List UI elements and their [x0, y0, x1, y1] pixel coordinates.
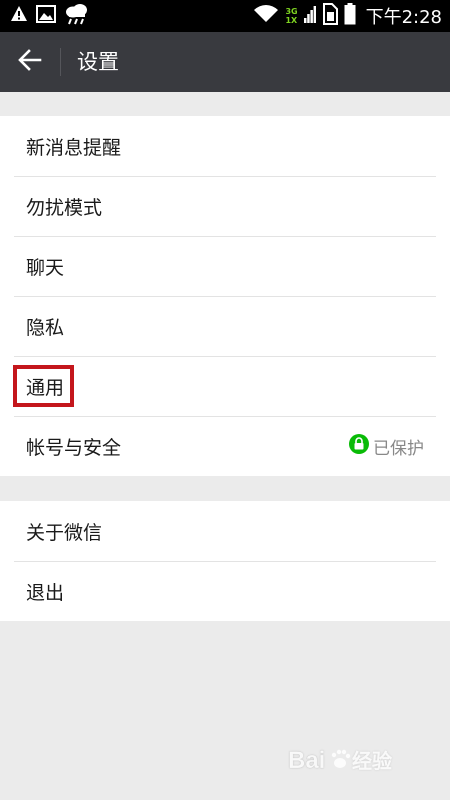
warning-icon	[10, 5, 28, 27]
protected-status-text: 已保护	[373, 438, 424, 459]
wifi-icon	[253, 4, 279, 28]
back-button[interactable]	[8, 40, 52, 84]
lock-icon	[349, 434, 369, 458]
settings-item-new-message-alerts[interactable]: 新消息提醒	[0, 116, 450, 176]
status-left	[10, 3, 90, 29]
network-type: 3G 1X	[285, 7, 298, 25]
settings-group-secondary: 关于微信 退出	[0, 501, 450, 621]
settings-item-account-security[interactable]: 帐号与安全 已保护	[0, 416, 450, 476]
cloud-rain-icon	[64, 3, 90, 29]
settings-item-privacy[interactable]: 隐私	[0, 296, 450, 356]
page-title: 设置	[77, 50, 119, 74]
image-icon	[36, 5, 56, 27]
status-bar: 3G 1X 下午2:28	[0, 0, 450, 32]
battery-icon	[344, 3, 356, 29]
settings-item-label: 新消息提醒	[26, 136, 122, 159]
app-bar-divider	[60, 48, 61, 76]
signal-icon	[303, 4, 316, 28]
settings-group-main: 新消息提醒 勿扰模式 聊天 隐私 通用 帐号与安全 已保护	[0, 116, 450, 476]
baidu-watermark-logo: Bai 经验	[288, 744, 418, 774]
settings-item-label: 帐号与安全	[26, 436, 122, 459]
protected-badge: 已保护	[349, 416, 424, 476]
svg-text:经验: 经验	[352, 749, 392, 773]
settings-item-general[interactable]: 通用	[0, 356, 450, 416]
settings-item-chat[interactable]: 聊天	[0, 236, 450, 296]
sim-icon	[322, 3, 338, 29]
settings-item-label: 通用	[26, 376, 65, 399]
app-bar: 设置	[0, 32, 450, 92]
settings-item-label: 聊天	[26, 256, 65, 279]
svg-text:Bai: Bai	[288, 747, 325, 774]
settings-item-do-not-disturb[interactable]: 勿扰模式	[0, 176, 450, 236]
arrow-left-icon	[18, 49, 42, 75]
status-time: 下午2:28	[365, 7, 442, 28]
settings-item-label: 隐私	[26, 316, 65, 339]
settings-item-about-wechat[interactable]: 关于微信	[0, 501, 450, 561]
settings-item-label: 勿扰模式	[26, 196, 103, 219]
status-right: 3G 1X 下午2:28	[253, 3, 442, 29]
settings-item-logout[interactable]: 退出	[0, 561, 450, 621]
settings-item-label: 关于微信	[26, 521, 103, 544]
settings-item-label: 退出	[26, 581, 65, 604]
